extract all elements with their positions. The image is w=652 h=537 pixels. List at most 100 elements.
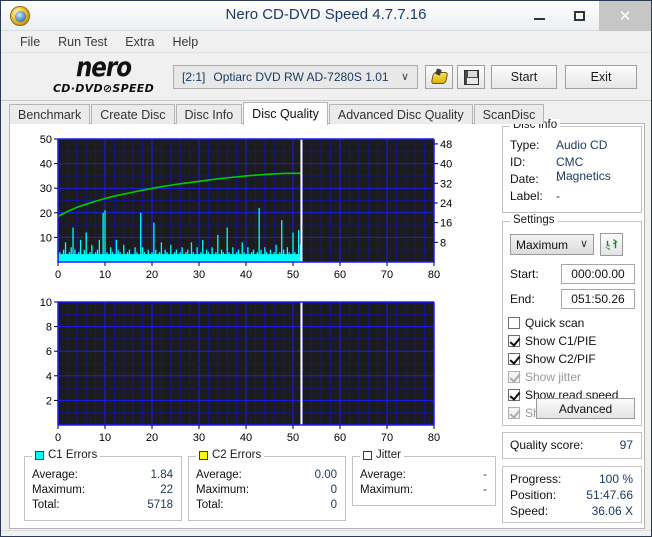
status-bar [1,530,651,536]
c2-color-swatch [199,450,208,460]
tab-disc-info[interactable]: Disc Info [175,104,243,124]
checkbox-quick-scan[interactable]: Quick scan [508,314,584,331]
minimize-button[interactable] [519,1,559,31]
tab-strip: Benchmark Create Disc Disc Info Disc Qua… [9,102,545,125]
c2-total-value: 0 [330,499,337,511]
jitter-title: Jitter [376,449,401,461]
svg-text:60: 60 [334,432,346,444]
menu-run-test[interactable]: Run Test [49,33,116,51]
speed-label: Speed: [510,504,549,518]
svg-text:16: 16 [440,218,452,230]
advanced-button[interactable]: Advanced [536,398,635,419]
tab-create-disc[interactable]: Create Disc [91,104,175,124]
disc-date-value: - [556,172,560,186]
svg-text:50: 50 [287,269,299,281]
minimize-icon [533,18,545,20]
position-label: Position: [510,488,557,502]
menu-extra[interactable]: Extra [116,33,163,51]
disc-label-label: Label: [510,189,543,203]
c1-average-label: Average: [32,469,78,481]
tab-scandisc[interactable]: ScanDisc [473,104,545,124]
drive-select-dropdown[interactable]: [2:1] Optiarc DVD RW AD-7280S 1.01 ∨ [173,65,418,89]
nero-cd-dvd-speed-window: Nero CD-DVD Speed 4.7.7.16 ✕ File Run Te… [0,0,652,537]
nero-logo-word: nero [75,53,132,83]
jitter-maximum-value: - [483,484,487,496]
progress-label: Progress: [510,472,562,486]
checkbox-show-c2-pif[interactable]: Show C2/PIF [508,350,596,367]
show-c2-pif-checkbox-box [508,352,520,365]
tab-advanced-disc-quality[interactable]: Advanced Disc Quality [328,104,473,124]
svg-text:50: 50 [287,432,299,444]
jitter-average-value: - [483,469,487,481]
show-c2-pif-label: Show C2/PIF [525,351,596,366]
disc-type-label: Type: [510,138,540,152]
chevron-down-icon: ∨ [579,238,588,250]
svg-text:0: 0 [55,269,61,281]
progress-value: 100 % [598,472,633,486]
c1-color-swatch [35,450,44,460]
settings-group: Settings Maximum ∨ Start: 000:00.00 End:… [502,214,643,426]
svg-text:80: 80 [428,432,440,444]
show-c1-pie-checkbox-box [508,334,520,347]
maximize-button[interactable] [559,1,599,31]
svg-text:32: 32 [440,178,452,190]
tab-disc-quality[interactable]: Disc Quality [243,102,328,125]
disc-label-value: - [556,189,560,203]
svg-text:20: 20 [146,432,158,444]
eject-disc-icon [431,70,447,84]
disc-id-row: ID: CMC Magnetics [503,155,641,183]
c1-errors-group: C1 Errors Average: 1.84 Maximum: 22 Tota… [24,449,182,521]
title-bar: Nero CD-DVD Speed 4.7.7.16 ✕ [1,1,651,31]
checkbox-show-c1-pie[interactable]: Show C1/PIE [508,332,596,349]
eject-button[interactable] [425,65,453,89]
nero-logo-subtitle: CD·DVD⊘SPEED [52,82,155,95]
start-button[interactable]: Start [491,65,557,89]
end-field-row: End: 051:50.26 [503,289,643,311]
c1-maximum-row: Maximum: 22 [25,484,181,499]
right-panel: Disc info Type: Audio CD ID: CMC Magneti… [502,119,643,526]
c2-average-label: Average: [196,469,242,481]
disc-info-group: Disc info Type: Audio CD ID: CMC Magneti… [502,119,642,213]
svg-text:40: 40 [440,159,452,171]
svg-text:8: 8 [440,237,446,249]
start-field-row: Start: 000:00.00 [503,264,643,286]
c1-average-value: 1.84 [150,469,173,481]
close-button[interactable]: ✕ [599,1,651,31]
svg-text:20: 20 [40,208,52,220]
svg-text:70: 70 [381,269,393,281]
jitter-average-label: Average: [360,469,406,481]
svg-text:30: 30 [193,269,205,281]
close-icon: ✕ [618,7,632,25]
svg-text:20: 20 [146,269,158,281]
menu-help[interactable]: Help [163,33,207,51]
c1-maximum-value: 22 [160,484,173,496]
c2-maximum-value: 0 [330,484,337,496]
svg-text:48: 48 [440,139,452,151]
start-input[interactable]: 000:00.00 [561,264,635,284]
show-jitter-label: Show jitter [525,369,582,384]
svg-text:40: 40 [240,432,252,444]
tab-benchmark[interactable]: Benchmark [9,104,91,124]
refresh-button[interactable] [600,233,623,256]
c1-total-value: 5718 [147,499,173,511]
exit-button[interactable]: Exit [565,65,637,89]
position-value: 51:47.66 [586,488,633,502]
svg-text:4: 4 [46,371,52,383]
disc-label-row: Label: - [503,189,641,206]
end-input[interactable]: 051:50.26 [561,289,635,309]
c2-errors-group: C2 Errors Average: 0.00 Maximum: 0 Total… [188,449,346,521]
save-button[interactable] [457,65,485,89]
c1-errors-title: C1 Errors [48,449,98,461]
speed-select-value: Maximum [516,237,569,252]
menu-file[interactable]: File [11,33,49,51]
svg-text:50: 50 [40,134,52,146]
c2-maximum-row: Maximum: 0 [189,484,345,499]
c1-average-row: Average: 1.84 [25,469,181,484]
settings-title: Settings [510,214,558,226]
svg-text:40: 40 [40,159,52,171]
svg-text:70: 70 [381,432,393,444]
disc-date-row: Date: - [503,172,641,189]
c1-maximum-label: Maximum: [32,484,86,496]
speed-select-dropdown[interactable]: Maximum ∨ [510,234,594,255]
c1-error-chart-svg: 10 20 30 40 50 8 16 24 32 40 48 0 10 20 30 40 50 60 70 80 [40,134,453,281]
